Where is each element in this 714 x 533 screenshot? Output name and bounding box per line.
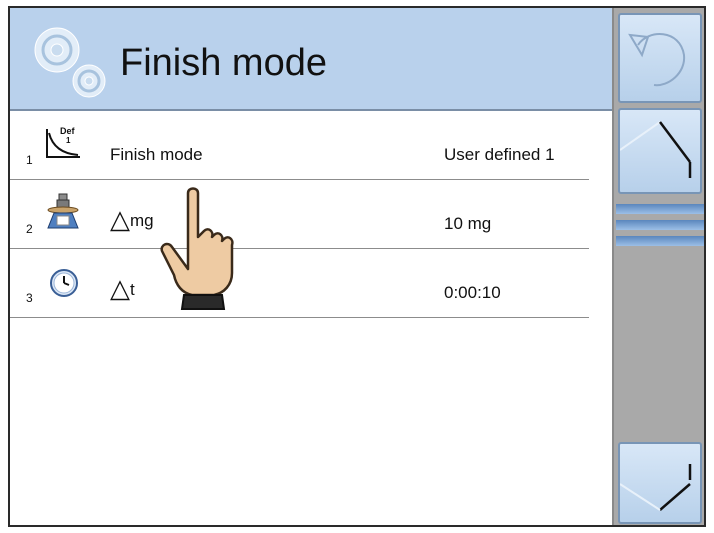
- row-number: 1: [26, 153, 33, 167]
- back-button[interactable]: [618, 13, 702, 103]
- scale-weight-icon: [44, 192, 84, 232]
- page-title: Finish mode: [120, 42, 327, 84]
- def-curve-icon: Def 1: [44, 123, 84, 163]
- app-window: Finish mode 1 Def 1 Finish mode User def…: [8, 6, 706, 527]
- clock-icon: [44, 261, 84, 301]
- row-number: 2: [26, 222, 33, 236]
- navigation-sidebar: [612, 8, 704, 525]
- row-label: △t: [110, 273, 135, 303]
- settings-gears-icon: [24, 18, 114, 103]
- scroll-up-icon: [619, 121, 692, 178]
- row-label: △mg: [110, 204, 154, 234]
- svg-text:Def: Def: [60, 126, 76, 136]
- svg-text:1: 1: [66, 136, 71, 145]
- undo-arrow-icon: [628, 33, 686, 87]
- header-bar: Finish mode: [10, 8, 612, 111]
- list-item-delta-t[interactable]: 3 △t 0:00:10: [10, 249, 589, 318]
- row-number: 3: [26, 291, 33, 305]
- row-label: Finish mode: [110, 145, 203, 164]
- list-item-finish-mode[interactable]: 1 Def 1 Finish mode User defined 1: [10, 111, 589, 180]
- scroll-down-icon: [619, 464, 692, 511]
- list-item-delta-mg[interactable]: 2 △mg 10 mg: [10, 180, 589, 249]
- row-value: User defined 1: [444, 145, 555, 164]
- row-value: 10 mg: [444, 214, 492, 233]
- row-value: 0:00:10: [444, 283, 501, 302]
- scrollbar[interactable]: [614, 200, 704, 250]
- pointer-hand-icon: [158, 185, 248, 313]
- scroll-up-button[interactable]: [618, 108, 702, 194]
- scroll-down-button[interactable]: [618, 442, 702, 524]
